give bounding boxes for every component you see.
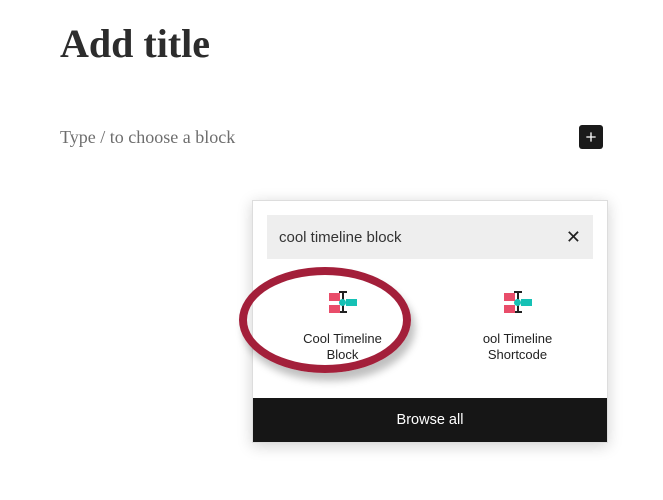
block-search-input[interactable] — [279, 229, 566, 246]
cool-timeline-icon — [436, 291, 599, 313]
block-result-label: ool Timeline Shortcode — [436, 331, 599, 364]
clear-search-button[interactable]: ✕ — [566, 227, 581, 248]
block-result-label: Cool Timeline Block — [261, 331, 424, 364]
browse-all-button[interactable]: Browse all — [253, 398, 607, 442]
block-prompt-row: Type / to choose a block — [60, 125, 603, 149]
cool-timeline-icon — [261, 291, 424, 313]
close-icon: ✕ — [566, 227, 581, 247]
block-search-box: ✕ — [267, 215, 593, 259]
add-block-button[interactable] — [579, 125, 603, 149]
block-result-cool-timeline-shortcode[interactable]: ool Timeline Shortcode — [430, 279, 605, 376]
block-prompt-text[interactable]: Type / to choose a block — [60, 127, 235, 148]
block-inserter-popover: ✕ Cool Timeline Block ool Timeline Short… — [252, 200, 608, 443]
post-title-input[interactable]: Add title — [60, 20, 603, 67]
block-result-cool-timeline-block[interactable]: Cool Timeline Block — [255, 279, 430, 376]
plus-icon — [583, 129, 599, 145]
